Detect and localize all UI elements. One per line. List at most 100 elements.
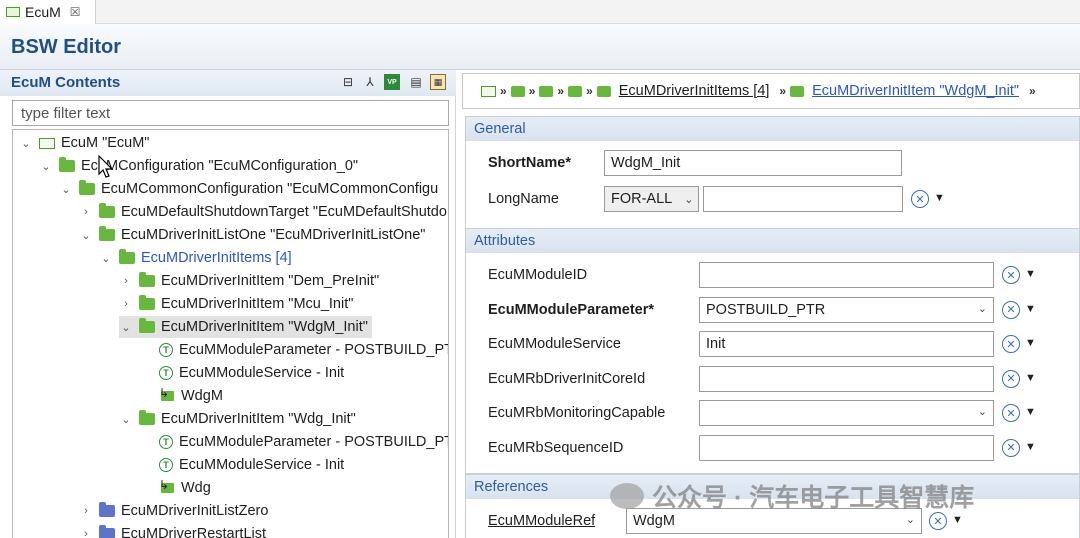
longname-field[interactable] — [703, 186, 903, 212]
tree-item[interactable]: ⌄ EcuMCommonConfiguration "EcuMCommonConf… — [59, 178, 438, 200]
folder-icon[interactable] — [539, 85, 554, 97]
dropdown-arrow-icon[interactable]: ▼ — [1025, 372, 1036, 384]
expand-down-icon[interactable]: ⌄ — [19, 136, 33, 150]
module-icon[interactable] — [481, 85, 496, 97]
tree-item[interactable]: T EcuMModuleParameter - POSTBUILD_PTR — [139, 431, 449, 453]
tree-item[interactable]: › EcuMDriverInitItem "Mcu_Init" — [119, 293, 353, 315]
attribute-row: EcuMRbDriverInitCoreId ✕ ▼ — [466, 365, 1079, 393]
tree-item[interactable]: ⌄ EcuMConfiguration "EcuMConfiguration_0" — [39, 155, 358, 177]
expand-down-icon[interactable]: ⌄ — [119, 320, 133, 334]
expand-right-icon[interactable]: › — [119, 274, 133, 288]
tree-item[interactable]: ⌄ EcuMDriverInitItems [4] — [99, 247, 292, 269]
expand-right-icon[interactable]: › — [79, 504, 93, 518]
filter-input[interactable]: type filter text — [12, 100, 449, 126]
longname-language-select[interactable]: FOR-ALL ⌄ — [604, 186, 699, 212]
dropdown-arrow-icon[interactable]: ▼ — [934, 192, 945, 204]
folder-icon[interactable] — [510, 85, 525, 97]
action-icon[interactable]: ✕ — [1002, 404, 1020, 422]
tree-item[interactable]: T EcuMModuleService - Init — [139, 454, 344, 476]
attribute-field[interactable] — [699, 434, 994, 461]
tree-item-label: EcuMCommonConfiguration "EcuMCommonConfi… — [101, 181, 439, 197]
tree-item-label: WdgM — [181, 388, 223, 404]
shortname-row: ShortName* WdgM_Init — [466, 149, 1079, 177]
attribute-label: EcuMRbMonitoringCapable — [488, 405, 666, 421]
action-icon[interactable]: ✕ — [1002, 266, 1020, 284]
tab-ecum[interactable]: EcuM ☒ — [0, 0, 96, 24]
tree-item[interactable]: ⌄ EcuMDriverInitListOne "EcuMDriverInitLi… — [79, 224, 425, 246]
attribute-field[interactable] — [699, 365, 994, 392]
breadcrumb-items-link[interactable]: EcuMDriverInitItems [4] — [619, 83, 770, 99]
tab-label: EcuM — [25, 4, 61, 20]
table-icon[interactable]: ▦ — [430, 74, 446, 90]
shortname-field[interactable]: WdgM_Init — [604, 150, 902, 176]
folder-icon[interactable] — [568, 85, 583, 97]
attribute-label: EcuMRbSequenceID — [488, 439, 624, 456]
hierarchy-icon[interactable]: ⅄ — [362, 74, 378, 90]
tree-item[interactable]: T EcuMModuleService - Init — [139, 362, 344, 384]
tree-item[interactable]: WdgM — [139, 385, 223, 407]
dropdown-arrow-icon[interactable]: ▼ — [1025, 303, 1036, 315]
action-icon[interactable]: ✕ — [1002, 438, 1020, 457]
breadcrumb-current[interactable]: EcuMDriverInitItem "WdgM_Init" — [812, 83, 1019, 99]
dropdown-arrow-icon[interactable]: ▼ — [1025, 337, 1036, 349]
action-icon[interactable]: ✕ — [911, 190, 929, 208]
tree-item[interactable]: › EcuMDriverInitListZero — [79, 500, 268, 522]
folder-icon — [99, 226, 115, 241]
tree-item-label: EcuMModuleParameter - POSTBUILD_PTR — [179, 434, 449, 450]
action-icon[interactable]: ✕ — [929, 512, 947, 530]
expand-down-icon[interactable]: ⌄ — [99, 251, 113, 265]
folder-icon[interactable] — [596, 85, 611, 97]
longname-row: LongName FOR-ALL ⌄ ✕ ▼ — [466, 185, 1079, 213]
chevron-down-icon: ⌄ — [977, 302, 987, 315]
attribute-field[interactable]: Init — [699, 331, 994, 357]
tree-item[interactable]: ⌄ EcuMDriverInitItem "WdgM_Init" — [119, 316, 372, 338]
tree-item[interactable]: ⌄ EcuMDriverInitItem "Wdg_Init" — [119, 408, 356, 430]
tree-item[interactable]: Wdg — [139, 477, 211, 499]
collapse-all-icon[interactable]: ⊟ — [340, 74, 356, 90]
longname-label: LongName — [488, 191, 559, 207]
folder-icon[interactable] — [790, 85, 805, 97]
tree-item[interactable]: › EcuMDriverRestartList — [79, 523, 266, 538]
expand-right-icon[interactable]: › — [79, 205, 93, 219]
tree-item-label: EcuM "EcuM" — [61, 135, 150, 151]
attribute-label: EcuMModuleID — [488, 267, 588, 283]
action-icon[interactable]: ✕ — [1002, 300, 1020, 319]
action-icon[interactable]: ✕ — [1002, 369, 1020, 388]
tree-item-label: EcuMDriverInitItems [4] — [141, 250, 292, 266]
folder-icon — [119, 249, 135, 264]
tree-item[interactable]: T EcuMModuleParameter - POSTBUILD_PTR — [139, 339, 448, 361]
folder-icon — [59, 157, 75, 172]
close-icon[interactable]: ☒ — [70, 5, 81, 19]
tree-item-label: EcuMDriverInitListOne "EcuMDriverInitLis… — [121, 227, 426, 243]
mouse-cursor-icon — [98, 155, 114, 178]
dropdown-arrow-icon[interactable]: ▼ — [1025, 268, 1036, 280]
contents-pane: EcuM Contents ⊟ ⅄ VP ▤ ▦ type filter tex… — [0, 70, 456, 538]
expand-down-icon[interactable]: ⌄ — [39, 159, 53, 173]
tree-item[interactable]: › EcuMDriverInitItem "Dem_PreInit" — [119, 270, 379, 292]
module-icon — [39, 137, 55, 149]
expand-down-icon[interactable]: ⌄ — [79, 228, 93, 242]
dropdown-arrow-icon[interactable]: ▼ — [1025, 406, 1036, 418]
document-icon[interactable]: ▤ — [408, 74, 424, 90]
dropdown-arrow-icon[interactable]: ▼ — [952, 514, 963, 526]
wechat-icon — [610, 483, 644, 509]
attribute-select[interactable]: ⌄ — [699, 400, 994, 426]
expand-down-icon[interactable]: ⌄ — [119, 412, 133, 426]
dropdown-arrow-icon[interactable]: ▼ — [1025, 441, 1036, 453]
tree-item-label: EcuMConfiguration "EcuMConfiguration_0" — [81, 158, 359, 174]
moduleref-label[interactable]: EcuMModuleRef — [488, 513, 595, 529]
contents-title-bar: EcuM Contents ⊟ ⅄ VP ▤ ▦ — [0, 70, 456, 96]
vp-res-icon[interactable]: VP — [384, 74, 400, 90]
tree-item[interactable]: › EcuMDefaultShutdownTarget "EcuMDefaultS… — [79, 201, 447, 223]
tree-item[interactable]: ⌄ EcuM "EcuM" — [19, 132, 149, 154]
action-icon[interactable]: ✕ — [1002, 335, 1020, 353]
expand-down-icon[interactable]: ⌄ — [59, 182, 73, 196]
expand-right-icon[interactable]: › — [119, 297, 133, 311]
reference-icon — [159, 478, 175, 494]
folder-icon — [139, 410, 155, 425]
attributes-section: Attributes EcuMModuleID ✕ ▼ EcuMModuleParam… — [465, 228, 1080, 474]
attribute-select[interactable]: POSTBUILD_PTR ⌄ — [699, 296, 994, 323]
expand-right-icon[interactable]: › — [79, 527, 93, 538]
attribute-field[interactable] — [699, 262, 994, 288]
